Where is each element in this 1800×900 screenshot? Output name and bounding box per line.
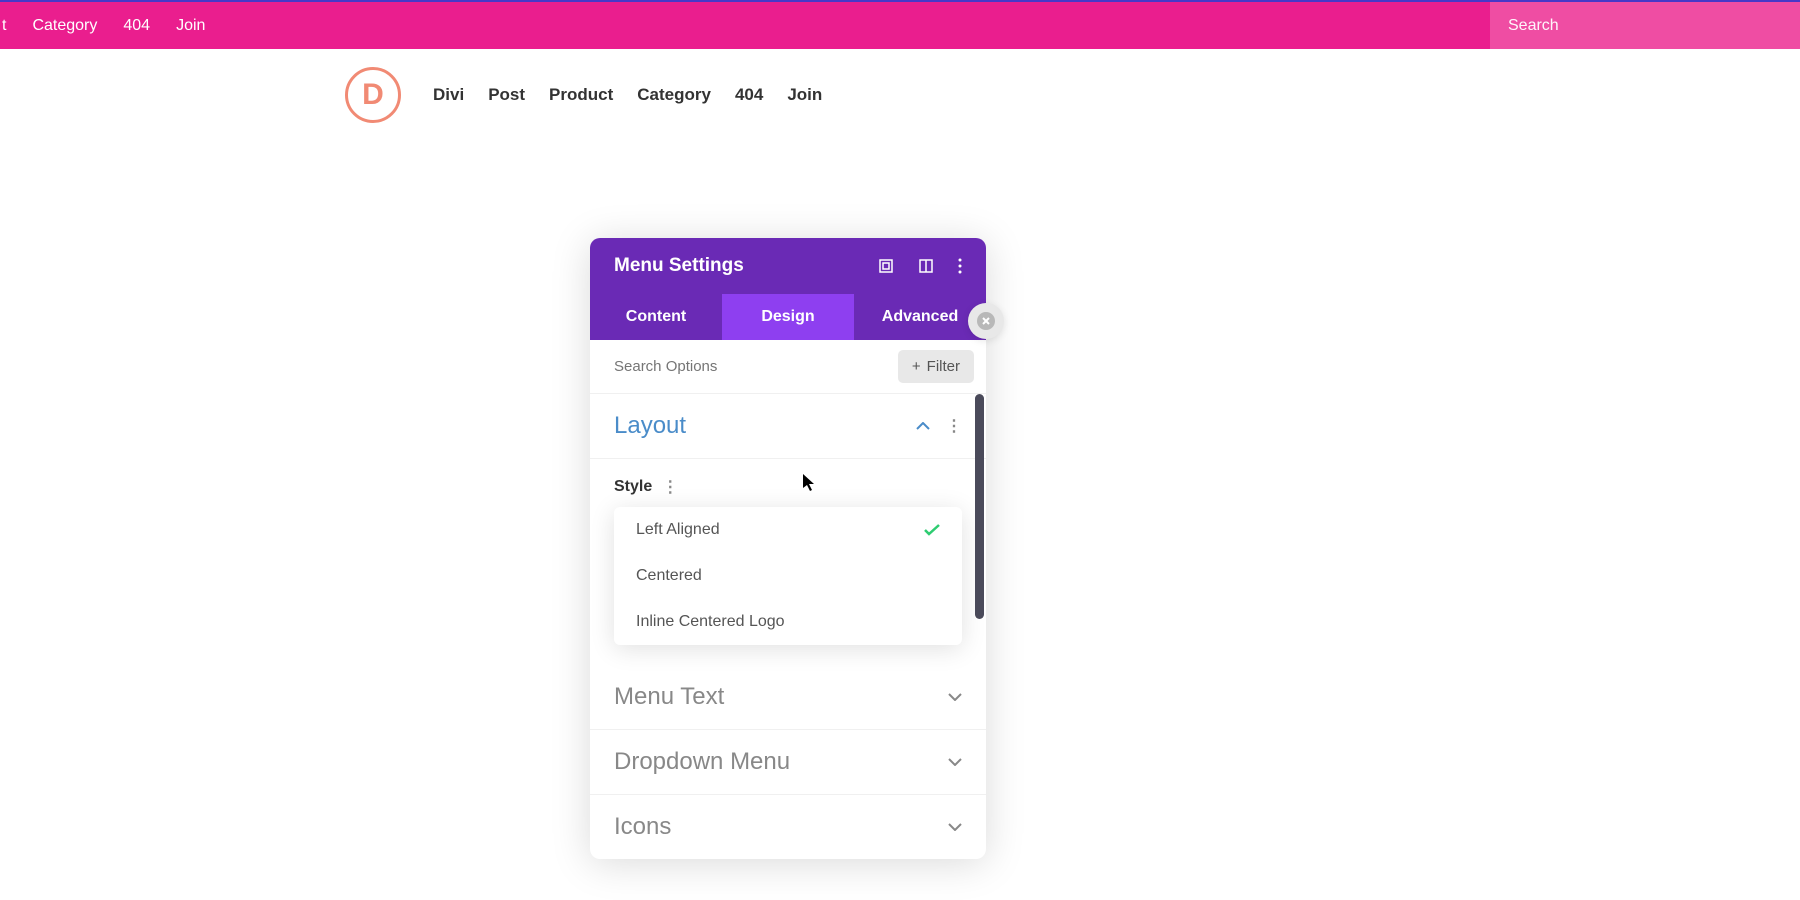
top-search-box: [1490, 2, 1800, 49]
plus-icon: +: [912, 358, 921, 375]
section-dropdown-menu: Dropdown Menu: [590, 730, 986, 795]
search-options-row: + Filter: [590, 340, 986, 394]
modal-header[interactable]: Menu Settings: [590, 238, 986, 294]
style-label: Style: [614, 478, 652, 496]
style-dropdown: Left Aligned Centered Inline Centered Lo…: [614, 507, 962, 645]
dropdown-option-label: Inline Centered Logo: [636, 613, 785, 631]
nav-item-join[interactable]: Join: [176, 17, 205, 35]
section-layout: Layout ⋮: [590, 394, 986, 459]
section-icons-title: Icons: [614, 813, 671, 841]
menu-settings-modal: Menu Settings Content Design Advanced + …: [590, 238, 986, 859]
section-menu-text-icons: [948, 693, 962, 701]
section-dropdown-menu-title: Dropdown Menu: [614, 748, 790, 776]
chevron-down-icon[interactable]: [948, 758, 962, 766]
tab-content[interactable]: Content: [590, 294, 722, 340]
modal-tabs: Content Design Advanced: [590, 294, 986, 340]
filter-button[interactable]: + Filter: [898, 350, 974, 383]
scrollbar[interactable]: [975, 394, 984, 619]
nav-item-404[interactable]: 404: [123, 17, 150, 35]
main-nav-404[interactable]: 404: [735, 85, 763, 105]
columns-icon[interactable]: [918, 258, 934, 274]
section-layout-icons: ⋮: [916, 416, 962, 436]
main-nav-divi[interactable]: Divi: [433, 85, 464, 105]
chevron-down-icon[interactable]: [948, 823, 962, 831]
top-search-input[interactable]: [1508, 17, 1782, 35]
section-dropdown-menu-header[interactable]: Dropdown Menu: [614, 748, 962, 776]
style-more-icon[interactable]: ⋮: [662, 477, 678, 497]
expand-icon[interactable]: [878, 258, 894, 274]
chevron-up-icon[interactable]: [916, 422, 930, 430]
check-icon: [924, 524, 940, 536]
section-icons: Icons: [590, 795, 986, 859]
modal-title: Menu Settings: [614, 255, 744, 277]
section-menu-text-title: Menu Text: [614, 683, 724, 711]
nav-item-partial[interactable]: t: [2, 17, 6, 35]
pink-nav-left: t Category 404 Join: [0, 17, 205, 35]
close-button[interactable]: [968, 303, 1004, 339]
search-options-input[interactable]: [614, 358, 898, 375]
section-icons-header[interactable]: Icons: [614, 813, 962, 841]
section-menu-text: Menu Text: [590, 665, 986, 730]
tab-advanced[interactable]: Advanced: [854, 294, 986, 340]
dropdown-option-centered[interactable]: Centered: [614, 553, 962, 599]
dropdown-option-inline-centered[interactable]: Inline Centered Logo: [614, 599, 962, 645]
modal-content: Layout ⋮ Style ⋮ Left Aligned: [590, 394, 986, 859]
more-icon[interactable]: [958, 258, 962, 274]
section-layout-header[interactable]: Layout ⋮: [614, 412, 962, 440]
tab-design[interactable]: Design: [722, 294, 854, 340]
section-icons-icons: [948, 823, 962, 831]
chevron-down-icon[interactable]: [948, 693, 962, 701]
nav-item-category[interactable]: Category: [32, 17, 97, 35]
section-more-icon[interactable]: ⋮: [946, 416, 962, 436]
filter-button-label: Filter: [927, 358, 960, 375]
section-dropdown-menu-icons: [948, 758, 962, 766]
main-nav-post[interactable]: Post: [488, 85, 525, 105]
dropdown-option-label: Left Aligned: [636, 521, 720, 539]
main-nav-join[interactable]: Join: [787, 85, 822, 105]
top-pink-navbar: t Category 404 Join: [0, 2, 1800, 49]
main-nav-product[interactable]: Product: [549, 85, 613, 105]
dropdown-option-left-aligned[interactable]: Left Aligned: [614, 507, 962, 553]
main-navbar: D Divi Post Product Category 404 Join: [0, 49, 1800, 123]
modal-header-icons: [878, 258, 962, 274]
main-nav-category[interactable]: Category: [637, 85, 711, 105]
section-menu-text-header[interactable]: Menu Text: [614, 683, 962, 711]
style-row: Style ⋮: [590, 459, 986, 507]
dropdown-option-label: Centered: [636, 567, 702, 585]
section-layout-title: Layout: [614, 412, 686, 440]
divi-logo[interactable]: D: [345, 67, 401, 123]
